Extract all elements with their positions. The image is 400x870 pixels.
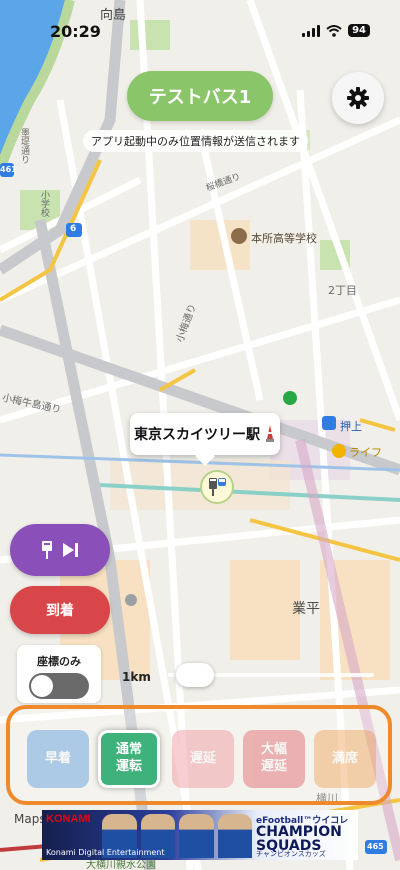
tower-icon [266, 425, 274, 442]
range-slider-knob[interactable] [176, 663, 215, 687]
coords-only-label: 座標のみ [37, 655, 81, 668]
status-label: 通常 運転 [115, 742, 142, 774]
status-major-delay-button[interactable]: 大幅 遅延 [243, 730, 305, 788]
status-time: 20:29 [50, 22, 101, 41]
maps-logo: Maps [14, 812, 46, 826]
skip-next-icon [63, 543, 78, 557]
map-label-mukojima: 向島 [100, 8, 127, 23]
coords-only-toggle[interactable] [29, 673, 89, 699]
map-route-6: 6 [70, 224, 77, 234]
bus-stop-marker[interactable] [200, 470, 234, 504]
map-label-honjo-school: 本所高等学校 [251, 232, 317, 245]
settings-button[interactable] [332, 72, 384, 124]
stop-name: 東京スカイツリー駅 [134, 427, 260, 443]
status-label: 大幅 遅延 [260, 742, 287, 774]
map-route-465: 465 [367, 842, 384, 851]
battery-icon: 94 [348, 24, 370, 37]
stop-callout[interactable]: 東京スカイツリー駅 [130, 413, 280, 455]
ad-title-c: チャンピオンスカッズ [256, 850, 326, 858]
map-route-461: 461 [0, 165, 17, 174]
status-label: 満席 [331, 750, 358, 766]
status-panel: 早着 通常 運転 遅延 大幅 遅延 満席 [6, 705, 392, 805]
map-label-oshiage: 押上 [340, 420, 362, 433]
bus-title-pill[interactable]: テストバス1 [127, 71, 273, 121]
coords-only-card: 座標のみ [17, 645, 101, 703]
status-normal-button[interactable]: 通常 運転 [98, 730, 160, 788]
status-delay-button[interactable]: 遅延 [172, 730, 234, 788]
map-label-life: ライフ [349, 446, 382, 459]
status-early-button[interactable]: 早着 [27, 730, 89, 788]
signal-icon [302, 24, 321, 37]
ad-brand: KONAMI [46, 813, 91, 825]
status-label: 遅延 [189, 750, 216, 766]
status-icons: 94 [302, 24, 370, 37]
ad-banner[interactable]: KONAMI Konami Digital Entertainment eFoo… [42, 810, 358, 860]
gear-icon [347, 87, 369, 109]
location-notice: アプリ起動中のみ位置情報が送信されます [83, 130, 308, 152]
map-label-sumida-left: 墨堤通り [19, 128, 29, 164]
range-label: 1km [122, 670, 151, 684]
skip-stop-button[interactable] [10, 524, 110, 576]
wifi-icon [326, 24, 342, 37]
map-label-nichome: 2丁目 [328, 284, 357, 297]
ad-sub: Konami Digital Entertainment [46, 848, 165, 857]
map-label-sumida-left2: 小学校 [39, 190, 49, 217]
arrive-button[interactable]: 到着 [10, 586, 110, 634]
bus-stop-icon [42, 541, 52, 559]
toggle-knob [31, 675, 53, 697]
status-label: 早着 [44, 750, 71, 766]
status-full-button[interactable]: 満席 [314, 730, 376, 788]
map-label-gyohei: 業平 [292, 601, 320, 617]
bus-stop-icon [209, 478, 226, 496]
